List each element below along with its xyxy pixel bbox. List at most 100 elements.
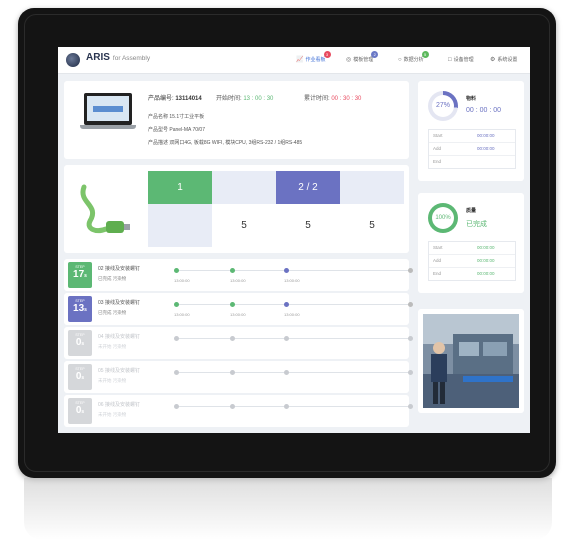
nav-item-analytics[interactable]: ○ 数据分析 5 [398, 51, 429, 63]
row-value: 00:00:00 [477, 258, 495, 263]
nav-badge: 2 [371, 51, 379, 58]
plan-time-row: 开始时间: 13 : 00 : 30 [216, 93, 273, 102]
gauge-value: 27% [432, 95, 454, 117]
step-tag: STEP [75, 367, 85, 371]
status-row: Add 00:00:00 [429, 143, 515, 156]
step-timeline-dot [284, 404, 289, 409]
stage-cell[interactable] [212, 171, 276, 204]
step-tag: STEP [75, 299, 85, 303]
stage-cell[interactable] [340, 171, 404, 204]
step-row[interactable]: STEP 0s 05 接线及安装螺钉 未开始 污染物 [64, 361, 413, 393]
step-title: 04 接线及安装螺钉 [98, 334, 140, 340]
step-tag: STEP [75, 401, 85, 405]
step-timeline-dot [284, 370, 289, 375]
row-value: 00:00:00 [477, 271, 495, 276]
step-time: 13:00:00 [174, 278, 190, 283]
nav-label: 数据分析 [403, 57, 424, 63]
stage-card: 1 2 / 2 5 5 5 [64, 165, 409, 253]
nav-item-settings[interactable]: ⚙ 系统设置 [490, 56, 517, 63]
status-title: 质量 [466, 208, 477, 214]
elapsed-time-value: 00 : 30 : 30 [331, 96, 362, 102]
step-subtitle: 未开始 污染物 [98, 378, 127, 383]
app-screen: ARIS for Assembly 📈 作业看板 3 ◎ 模板管理 2 ○ 数据分析 5… [58, 47, 530, 433]
tablet-reflection [24, 478, 552, 540]
step-title: 02 接线及安装螺钉 [98, 266, 140, 272]
status-row: Add 00:00:00 [429, 255, 515, 268]
step-tag: STEP [75, 333, 85, 337]
nav-label: 设备管理 [453, 57, 474, 63]
elapsed-time-row: 累计时间: 00 : 30 : 30 [304, 93, 361, 102]
app-header: ARIS for Assembly 📈 作业看板 3 ◎ 模板管理 2 ○ 数据分析 5… [58, 47, 530, 74]
layers-icon: ◎ [346, 57, 352, 63]
product-model: 产品型号 Panel-MA 70/07 [148, 127, 205, 133]
camera-feed-card[interactable] [418, 309, 524, 413]
step-timeline-dot [174, 404, 179, 409]
status-row: End [429, 156, 515, 168]
nav-item-dashboard[interactable]: 📈 作业看板 3 [296, 51, 331, 63]
device-icon: □ [448, 57, 452, 63]
row-label: End [433, 271, 442, 276]
quality-status-card: 100% 质量 已完成 Start 00:00:00 Add 00:00:00 … [418, 193, 524, 293]
step-subtitle: 已完成 污染物 [98, 276, 127, 281]
step-row[interactable]: STEP 13s 03 接线及安装螺钉 已完成 污染物 13:00:00 13:00:00… [64, 293, 413, 325]
elapsed-time-label: 累计时间: [304, 96, 330, 102]
stage-cell[interactable]: 1 [148, 171, 212, 204]
step-row[interactable]: STEP 0s 06 接线及安装螺钉 未开始 污染物 [64, 395, 413, 427]
step-timeline-dot [408, 336, 413, 341]
nav-label: 系统设置 [497, 57, 518, 63]
step-timeline-dot [230, 370, 235, 375]
status-title: 物料 [466, 96, 477, 102]
step-duration: 13s [68, 303, 92, 316]
step-timeline-dot [174, 302, 179, 307]
step-unit: s [84, 273, 87, 279]
plan-time-value: 13 : 00 : 30 [243, 96, 274, 102]
status-row: Start 00:00:00 [429, 242, 515, 255]
step-badge: STEP 0s [68, 330, 92, 356]
brand-name: ARIS for Assembly [86, 52, 150, 63]
nav-item-devices[interactable]: □ 设备管理 [448, 56, 474, 63]
step-subtitle: 未开始 污染物 [98, 412, 127, 417]
product-name: 产品名称 15.1寸工业平板 [148, 114, 205, 120]
status-table: Start 00:00:00 Add 00:00:00 End 00:00:00 [428, 241, 516, 281]
gauge-value: 100% [432, 207, 454, 229]
row-value: 00:00:00 [477, 133, 495, 138]
step-time: 13:00:00 [230, 278, 246, 283]
stage-count-cell: 5 [276, 204, 340, 247]
step-duration: 17s [68, 269, 92, 282]
step-badge: STEP 13s [68, 296, 92, 322]
step-subtitle: 未开始 污染物 [98, 344, 127, 349]
stage-count-cell: 5 [340, 204, 404, 247]
step-badge: STEP 0s [68, 364, 92, 390]
step-duration: 0s [68, 405, 92, 418]
step-tag: STEP [75, 265, 85, 269]
step-badge: STEP 17s [68, 262, 92, 288]
step-timeline-track [176, 338, 410, 339]
material-gauge: 27% [428, 91, 458, 121]
step-timeline-dot [174, 336, 179, 341]
step-timeline-dot [408, 268, 413, 273]
step-row[interactable]: STEP 0s 04 接线及安装螺钉 未开始 污染物 [64, 327, 413, 359]
nav-item-templates[interactable]: ◎ 模板管理 2 [346, 51, 379, 63]
status-table: Start 00:00:00 Add 00:00:00 End [428, 129, 516, 169]
status-text: 已完成 [466, 221, 487, 228]
product-code-label: 产品编号: [148, 96, 174, 102]
step-seconds: 17 [73, 269, 85, 280]
brand-title: ARIS [86, 52, 110, 63]
stage-grid: 1 2 / 2 5 5 5 [148, 171, 404, 247]
step-subtitle: 已完成 污染物 [98, 310, 127, 315]
step-badge: STEP 0s [68, 398, 92, 424]
step-timeline-track [176, 270, 410, 271]
stage-count-cell: 5 [212, 204, 276, 247]
step-duration: 0s [68, 371, 92, 384]
row-label: Start [433, 133, 443, 138]
step-timeline-track [176, 406, 410, 407]
step-time: 13:00:00 [284, 312, 300, 317]
chart-icon: 📈 [296, 57, 304, 63]
step-seconds: 13 [73, 303, 85, 314]
stage-cell[interactable]: 2 / 2 [276, 171, 340, 204]
row-label: Add [433, 258, 442, 263]
gear-icon: ⚙ [490, 57, 496, 63]
step-duration: 0s [68, 337, 92, 350]
camera-feed-image [423, 314, 519, 408]
step-row[interactable]: STEP 17s 02 接线及安装螺钉 已完成 污染物 13:00:00 13:00:00… [64, 259, 413, 291]
